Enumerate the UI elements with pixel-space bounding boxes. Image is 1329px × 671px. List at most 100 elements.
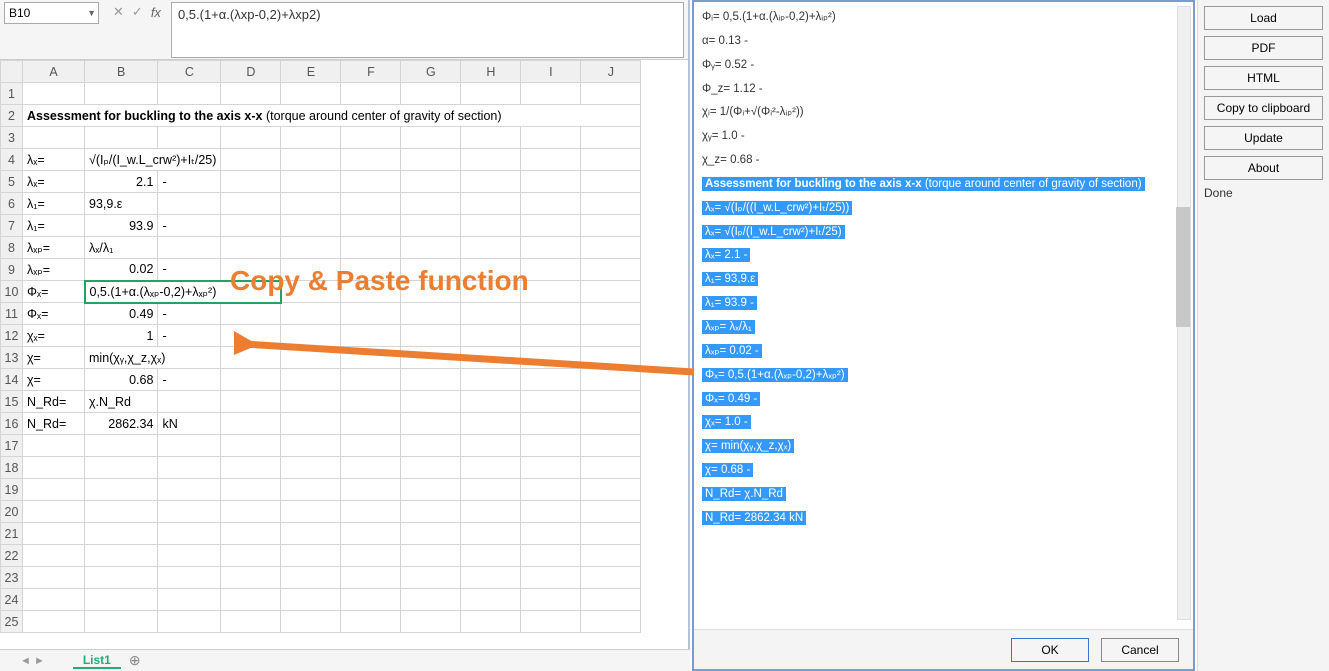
row-hdr[interactable]: 13 — [1, 347, 23, 369]
cell[interactable]: λₓ= — [23, 149, 85, 171]
cell[interactable]: 1 — [85, 325, 158, 347]
row-hdr[interactable]: 14 — [1, 369, 23, 391]
preview-content[interactable]: Φᵢ= 0,5.(1+α.(λᵢₚ-0,2)+λᵢₚ²) α= 0.13 - Φ… — [700, 6, 1187, 626]
col-hdr[interactable]: F — [341, 61, 401, 83]
row-hdr[interactable]: 22 — [1, 545, 23, 567]
preview-line-hl: λ₁= 93,9.ε — [700, 268, 1187, 292]
preview-footer: OK Cancel — [694, 629, 1193, 669]
about-button[interactable]: About — [1204, 156, 1323, 180]
col-hdr[interactable]: J — [581, 61, 641, 83]
row-hdr[interactable]: 8 — [1, 237, 23, 259]
row-hdr[interactable]: 10 — [1, 281, 23, 303]
cell[interactable]: - — [158, 325, 221, 347]
row-hdr[interactable]: 21 — [1, 523, 23, 545]
row-hdr[interactable]: 18 — [1, 457, 23, 479]
formula-text: 0,5.(1+α.(λxp-0,2)+λxp2) — [178, 7, 321, 22]
cell[interactable]: λₓₚ= — [23, 259, 85, 281]
col-hdr[interactable]: B — [85, 61, 158, 83]
row-hdr[interactable]: 9 — [1, 259, 23, 281]
cell[interactable]: - — [158, 215, 221, 237]
row-hdr[interactable]: 2 — [1, 105, 23, 127]
fx-icon[interactable]: fx — [151, 5, 161, 20]
cell[interactable]: - — [158, 171, 221, 193]
row-hdr[interactable]: 19 — [1, 479, 23, 501]
cell[interactable]: √(Iₚ/(I_w.L_crw²)+Iₜ/25) — [85, 149, 221, 171]
cell[interactable]: χ.N_Rd — [85, 391, 158, 413]
row-hdr[interactable]: 4 — [1, 149, 23, 171]
col-hdr[interactable]: G — [401, 61, 461, 83]
copy-clipboard-button[interactable]: Copy to clipboard — [1204, 96, 1323, 120]
preview-line: χ_z= 0.68 - — [700, 149, 1187, 173]
cell[interactable]: λₓ/λ₁ — [85, 237, 158, 259]
chevron-down-icon[interactable]: ▼ — [87, 8, 96, 18]
grid[interactable]: A B C D E F G H I J 1 2 Assessment for b… — [0, 60, 688, 633]
scrollbar-thumb[interactable] — [1176, 207, 1190, 327]
cell[interactable]: kN — [158, 413, 221, 435]
cell[interactable]: 0.49 — [85, 303, 158, 325]
preview-line: Φᵢ= 0,5.(1+α.(λᵢₚ-0,2)+λᵢₚ²) — [700, 6, 1187, 30]
row-hdr[interactable]: 11 — [1, 303, 23, 325]
update-button[interactable]: Update — [1204, 126, 1323, 150]
preview-scrollbar[interactable] — [1177, 6, 1191, 620]
cell[interactable]: - — [158, 303, 221, 325]
cell[interactable]: min(χᵧ,χ_z,χₓ) — [85, 347, 221, 369]
cell-selected[interactable]: 0,5.(1+α.(λₓₚ-0,2)+λₓₚ²) — [85, 281, 281, 303]
row-hdr[interactable]: 5 — [1, 171, 23, 193]
cell[interactable]: 0.02 — [85, 259, 158, 281]
preview-panel: Φᵢ= 0,5.(1+α.(λᵢₚ-0,2)+λᵢₚ²) α= 0.13 - Φ… — [692, 0, 1195, 671]
cell[interactable]: 2.1 — [85, 171, 158, 193]
cell[interactable]: λₓₚ= — [23, 237, 85, 259]
cell[interactable]: N_Rd= — [23, 391, 85, 413]
pdf-button[interactable]: PDF — [1204, 36, 1323, 60]
row-hdr[interactable]: 7 — [1, 215, 23, 237]
cell[interactable]: χ= — [23, 369, 85, 391]
formula-input[interactable]: 0,5.(1+α.(λxp-0,2)+λxp2) — [171, 2, 684, 58]
cell[interactable]: 2862.34 — [85, 413, 158, 435]
preview-line-hl: λₓ= √(Iₚ/((I_w.L_crw²)+Iₜ/25)) — [700, 197, 1187, 221]
cell[interactable]: N_Rd= — [23, 413, 85, 435]
cell[interactable]: λₓ= — [23, 171, 85, 193]
cell[interactable]: Φₓ= — [23, 281, 85, 303]
col-hdr[interactable]: D — [221, 61, 281, 83]
sidebar-actions: Load PDF HTML Copy to clipboard Update A… — [1197, 0, 1329, 671]
name-box[interactable]: B10 ▼ — [4, 2, 99, 24]
tab-nav-arrows[interactable]: ◄ ► — [20, 655, 45, 667]
cell[interactable]: - — [158, 369, 221, 391]
col-hdr[interactable]: H — [461, 61, 521, 83]
cell[interactable]: χₓ= — [23, 325, 85, 347]
col-hdr[interactable]: I — [521, 61, 581, 83]
html-button[interactable]: HTML — [1204, 66, 1323, 90]
cell[interactable]: λ₁= — [23, 193, 85, 215]
cell[interactable]: 93,9.ε — [85, 193, 158, 215]
add-sheet-icon[interactable]: ⊕ — [129, 652, 141, 669]
select-all-corner[interactable] — [1, 61, 23, 83]
col-hdr[interactable]: C — [158, 61, 221, 83]
load-button[interactable]: Load — [1204, 6, 1323, 30]
cell[interactable]: - — [158, 259, 221, 281]
name-box-value: B10 — [9, 6, 30, 20]
row-hdr[interactable]: 23 — [1, 567, 23, 589]
cell[interactable]: Assessment for buckling to the axis x-x … — [23, 105, 641, 127]
cancel-button[interactable]: Cancel — [1101, 638, 1179, 662]
col-hdr[interactable]: E — [281, 61, 341, 83]
row-hdr[interactable]: 25 — [1, 611, 23, 633]
row-hdr[interactable]: 24 — [1, 589, 23, 611]
row-hdr[interactable]: 1 — [1, 83, 23, 105]
cell[interactable]: Φₓ= — [23, 303, 85, 325]
cancel-icon[interactable]: ✕ — [113, 4, 124, 20]
cell[interactable]: 93.9 — [85, 215, 158, 237]
cell[interactable]: 0.68 — [85, 369, 158, 391]
row-hdr[interactable]: 16 — [1, 413, 23, 435]
row-hdr[interactable]: 3 — [1, 127, 23, 149]
sheet-tab-active[interactable]: List1 — [73, 653, 121, 669]
cell[interactable]: χ= — [23, 347, 85, 369]
accept-icon[interactable]: ✓ — [132, 4, 143, 20]
row-hdr[interactable]: 15 — [1, 391, 23, 413]
row-hdr[interactable]: 12 — [1, 325, 23, 347]
row-hdr[interactable]: 6 — [1, 193, 23, 215]
cell[interactable]: λ₁= — [23, 215, 85, 237]
col-hdr[interactable]: A — [23, 61, 85, 83]
row-hdr[interactable]: 20 — [1, 501, 23, 523]
ok-button[interactable]: OK — [1011, 638, 1089, 662]
row-hdr[interactable]: 17 — [1, 435, 23, 457]
